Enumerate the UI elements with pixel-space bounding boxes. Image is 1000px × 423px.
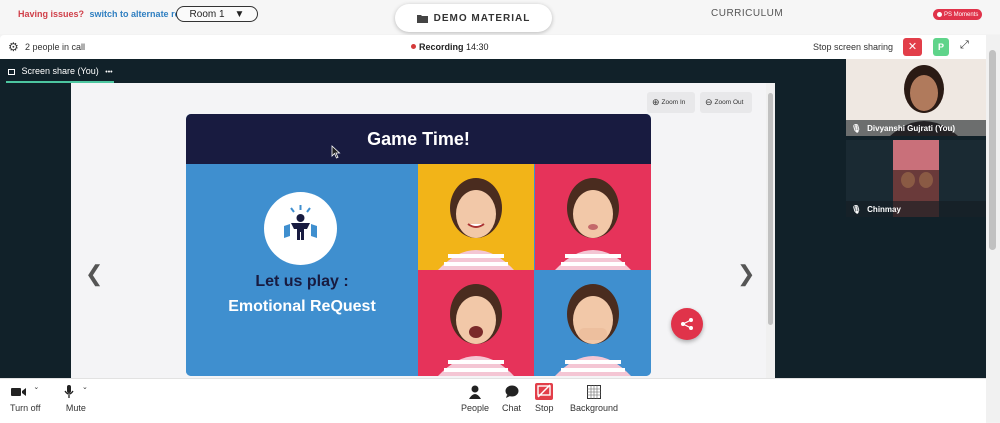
background-button[interactable]: Background [570, 383, 618, 413]
next-slide-button[interactable]: ❯ [737, 261, 755, 287]
more-options-icon[interactable]: ••• [105, 69, 112, 76]
stop-sharing-button[interactable]: ✕ [903, 38, 922, 56]
share-button[interactable] [671, 308, 703, 340]
screen-share-tab[interactable]: Screen share (You) ••• [8, 66, 113, 76]
folder-icon [416, 14, 428, 23]
previous-slide-button[interactable]: ❮ [85, 261, 103, 287]
participant-name-bar: 🎙 Chinmay [846, 201, 986, 217]
chat-label: Chat [502, 403, 522, 413]
share-icon [681, 318, 693, 330]
content-scrollbar[interactable] [766, 83, 775, 378]
video-camera-icon [11, 387, 27, 396]
record-dot-icon [411, 44, 416, 49]
screen-share-tab-label: Screen share (You) [21, 66, 99, 76]
expand-icon[interactable]: ⤢ [960, 39, 969, 52]
participant-tile[interactable]: 🎙 Divyanshi Gujrati (You) [846, 59, 986, 136]
photo-scared-girl [535, 270, 651, 376]
screen-share-stage: Screen share (You) ••• ⊕ Zoom In ⊖ Zoom … [0, 59, 845, 378]
room-select[interactable]: Room 1 ▼ [176, 6, 258, 22]
chat-bubble-icon [505, 385, 518, 398]
presentation-slide: Game Time! Let us play : Emotional ReQue… [186, 114, 651, 376]
photo-pouting-girl [535, 164, 651, 270]
chevron-down-icon[interactable]: ⌄ [33, 383, 39, 391]
photo-smiling-girl [418, 164, 534, 270]
mute-label: Mute [65, 403, 86, 413]
slide-title: Let us play : [255, 273, 349, 290]
chevron-down-icon[interactable]: ⌄ [82, 383, 88, 391]
zoom-out-label: Zoom Out [714, 99, 744, 106]
background-label: Background [570, 403, 619, 413]
people-button[interactable]: People [461, 383, 489, 413]
zoom-in-button[interactable]: ⊕ Zoom In [647, 92, 695, 113]
people-in-call: 2 people in call [25, 42, 86, 52]
background-grid-icon [587, 384, 602, 399]
demo-material-button[interactable]: DEMO MATERIAL [395, 4, 552, 32]
ps-moments-badge[interactable]: PS Moments [933, 9, 983, 20]
issues-notice: Having issues? switch to alternate room [18, 9, 194, 19]
logo [264, 192, 337, 265]
microphone-icon: 🎙 [851, 123, 862, 133]
slide-title-panel: Let us play : Emotional ReQuest [186, 164, 418, 376]
demo-material-label: DEMO MATERIAL [433, 12, 531, 24]
ps-moments-label: PS Moments [944, 11, 979, 18]
recording-time: 14:30 [466, 42, 489, 52]
page-scrollbar-thumb[interactable] [989, 50, 996, 250]
chat-button[interactable]: Chat [502, 383, 521, 413]
camera-toggle-button[interactable]: ⌄ Turn off [10, 383, 41, 414]
room-select-value: Room 1 [189, 8, 225, 20]
recording-label: Recording [419, 42, 464, 52]
team-logo-icon [284, 205, 317, 240]
page-scrollbar[interactable] [986, 35, 1000, 422]
control-bar: ⌄ Turn off ⌄ Mute People Chat Stop Backg… [0, 378, 986, 423]
chevron-down-icon: ▼ [234, 8, 245, 20]
content-scrollbar-thumb[interactable] [768, 93, 773, 325]
person-icon [469, 385, 482, 399]
call-bar: ⚙ 2 people in call Recording 14:30 Stop … [0, 35, 986, 60]
mute-button[interactable]: ⌄ Mute [64, 383, 88, 413]
slide-header: Game Time! [186, 114, 651, 164]
participant-tile[interactable]: 🎙 Chinmay [846, 140, 986, 217]
camera-icon [937, 12, 942, 17]
slide-subtitle: Emotional ReQuest [228, 298, 376, 315]
microphone-icon: 🎙 [851, 204, 862, 214]
participant-name: Chinmay [867, 204, 901, 214]
zoom-out-button[interactable]: ⊖ Zoom Out [700, 92, 752, 113]
mouse-cursor-icon [331, 145, 341, 159]
curriculum-tab[interactable]: CURRICULUM [711, 8, 783, 19]
monitor-icon [8, 69, 15, 75]
stop-label: Stop [535, 403, 554, 413]
zoom-out-icon: ⊖ [705, 97, 713, 107]
issues-text: Having issues? [18, 9, 85, 19]
zoom-in-label: Zoom In [661, 99, 686, 106]
top-bar: Having issues? switch to alternate room … [0, 0, 1000, 34]
people-label: People [461, 403, 490, 413]
stop-screen-sharing-label: Stop screen sharing [813, 42, 894, 52]
participant-name: Divyanshi Gujrati (You) [867, 123, 956, 133]
participant-avatar-button[interactable]: P [933, 38, 949, 56]
gear-icon[interactable]: ⚙ [8, 40, 19, 54]
microphone-icon [64, 384, 74, 398]
turn-off-label: Turn off [10, 403, 41, 413]
stop-share-icon [535, 383, 554, 400]
shared-content-area: ⊕ Zoom In ⊖ Zoom Out ❮ ❯ Game Time! Let [71, 83, 774, 378]
zoom-in-icon: ⊕ [652, 97, 660, 107]
participants-panel: 🎙 Divyanshi Gujrati (You) 🎙 Chinmay [845, 59, 986, 378]
participant-name-bar: 🎙 Divyanshi Gujrati (You) [846, 120, 986, 136]
stop-share-button[interactable]: Stop [535, 383, 554, 413]
photo-shouting-girl [418, 270, 534, 376]
recording-status: Recording 14:30 [411, 42, 489, 52]
